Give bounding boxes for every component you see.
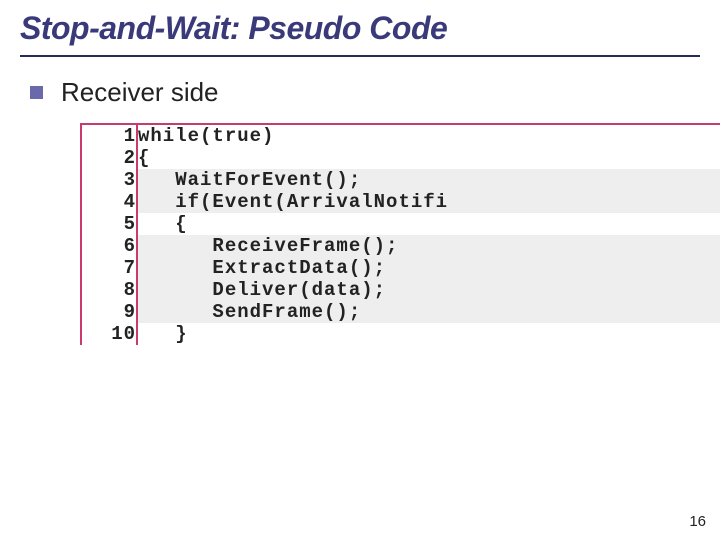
code-text: while(true) bbox=[137, 125, 720, 147]
line-number: 1 bbox=[82, 125, 137, 147]
code-line: 9 SendFrame(); bbox=[82, 301, 720, 323]
code-line: 7 ExtractData(); bbox=[82, 257, 720, 279]
code-text: SendFrame(); bbox=[137, 301, 720, 323]
line-number: 5 bbox=[82, 213, 137, 235]
bullet-item: Receiver side bbox=[30, 77, 700, 108]
code-text: { bbox=[137, 213, 720, 235]
code-text: Deliver(data); bbox=[137, 279, 720, 301]
code-text: } bbox=[137, 323, 720, 345]
line-number: 2 bbox=[82, 147, 137, 169]
code-line: 5 { bbox=[82, 213, 720, 235]
code-line: 2{ bbox=[82, 147, 720, 169]
line-number: 6 bbox=[82, 235, 137, 257]
line-number: 10 bbox=[82, 323, 137, 345]
bullet-text: Receiver side bbox=[61, 77, 219, 108]
line-number: 8 bbox=[82, 279, 137, 301]
code-text: ReceiveFrame(); bbox=[137, 235, 720, 257]
code-line: 8 Deliver(data); bbox=[82, 279, 720, 301]
page-number: 16 bbox=[689, 513, 706, 530]
code-line: 6 ReceiveFrame(); bbox=[82, 235, 720, 257]
code-text: WaitForEvent(); bbox=[137, 169, 720, 191]
code-text: { bbox=[137, 147, 720, 169]
code-line: 4 if(Event(ArrivalNotifi bbox=[82, 191, 720, 213]
code-text: ExtractData(); bbox=[137, 257, 720, 279]
line-number: 4 bbox=[82, 191, 137, 213]
code-line: 10 } bbox=[82, 323, 720, 345]
square-bullet-icon bbox=[30, 86, 43, 99]
line-number: 3 bbox=[82, 169, 137, 191]
line-number: 7 bbox=[82, 257, 137, 279]
code-line: 1while(true) bbox=[82, 125, 720, 147]
code-line: 3 WaitForEvent(); bbox=[82, 169, 720, 191]
slide-title: Stop-and-Wait: Pseudo Code bbox=[20, 10, 700, 57]
code-table: 1while(true)2{3 WaitForEvent();4 if(Even… bbox=[82, 125, 720, 345]
code-text: if(Event(ArrivalNotifi bbox=[137, 191, 720, 213]
line-number: 9 bbox=[82, 301, 137, 323]
code-block: 1while(true)2{3 WaitForEvent();4 if(Even… bbox=[80, 123, 720, 345]
